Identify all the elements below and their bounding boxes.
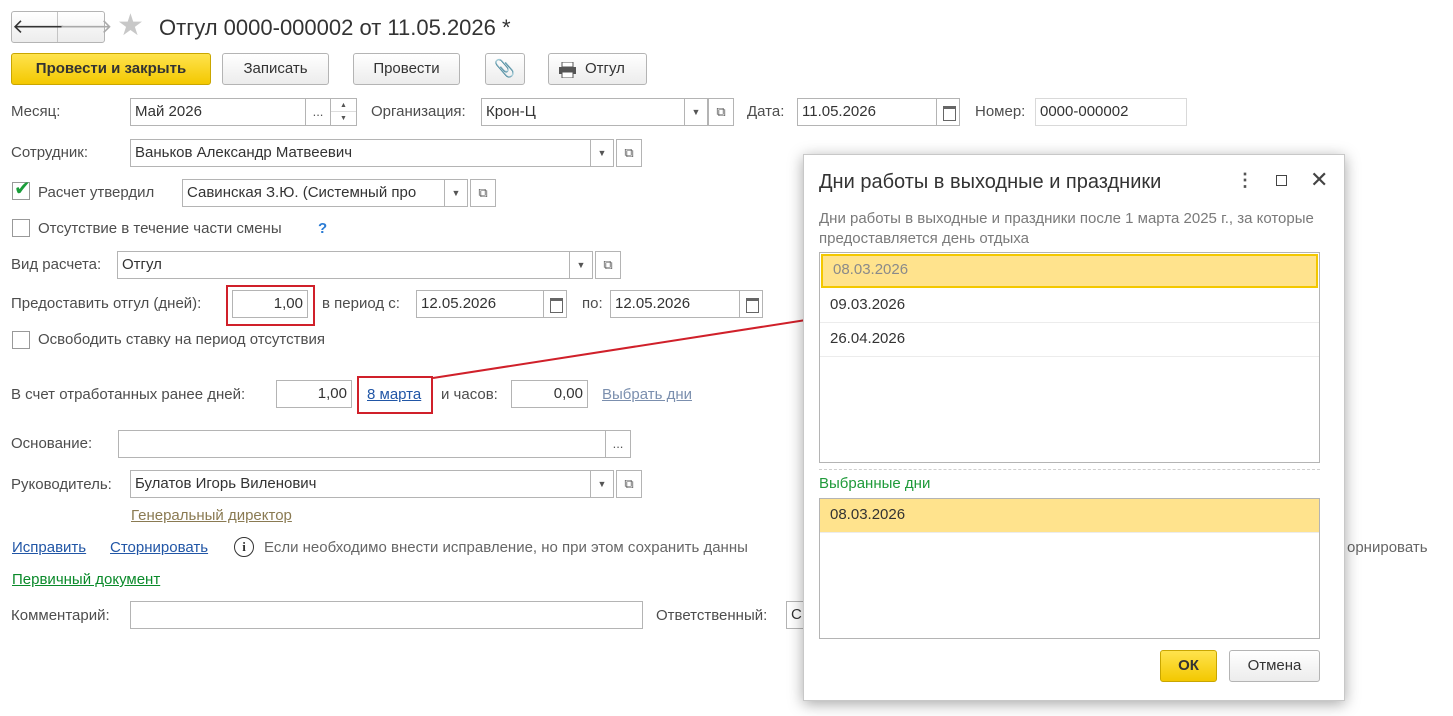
basis-input[interactable] <box>118 430 606 458</box>
selected-days-list[interactable]: 08.03.2026 <box>819 498 1320 639</box>
maximize-icon[interactable] <box>1276 175 1287 186</box>
cancel-button[interactable]: Отмена <box>1229 650 1320 682</box>
basis-label: Основание: <box>11 435 93 452</box>
list-item[interactable]: 09.03.2026 <box>820 289 1319 323</box>
comment-input[interactable] <box>130 601 643 629</box>
selected-days-title: Выбранные дни <box>819 475 931 492</box>
reverse-link[interactable]: Сторнировать <box>110 539 208 557</box>
manager-dropdown-icon[interactable]: ▼ <box>590 470 614 498</box>
info-text: Если необходимо внести исправление, но п… <box>264 539 748 556</box>
info-icon: i <box>234 537 254 557</box>
available-days-list[interactable]: 08.03.2026 09.03.2026 26.04.2026 <box>819 252 1320 463</box>
manager-label: Руководитель: <box>11 476 112 493</box>
manager-open-icon[interactable]: ⧉ <box>616 470 642 498</box>
more-options-icon[interactable]: ⋮ <box>1236 170 1254 190</box>
dialog-separator <box>819 469 1320 470</box>
ok-button[interactable]: ОК <box>1160 650 1217 682</box>
info-text-tail: орнировать <box>1347 539 1428 556</box>
dialog-title: Дни работы в выходные и праздники <box>819 171 1162 193</box>
dialog-description: Дни работы в выходные и праздники после … <box>819 210 1314 247</box>
manager-position-link[interactable]: Генеральный директор <box>131 507 292 525</box>
weekend-days-dialog: Дни работы в выходные и праздники ⋮ ✕ Дн… <box>803 154 1345 701</box>
close-icon[interactable]: ✕ <box>1310 168 1328 192</box>
list-item[interactable]: 26.04.2026 <box>820 323 1319 357</box>
comment-label: Комментарий: <box>11 607 110 624</box>
list-item[interactable]: 08.03.2026 <box>821 254 1318 288</box>
manager-input[interactable]: Булатов Игорь Виленович <box>130 470 591 498</box>
primary-document-link[interactable]: Первичный документ <box>12 571 160 589</box>
list-item[interactable]: 08.03.2026 <box>820 499 1319 533</box>
fix-link[interactable]: Исправить <box>12 539 86 557</box>
basis-select-button[interactable]: ... <box>605 430 631 458</box>
responsible-label: Ответственный: <box>656 607 768 624</box>
